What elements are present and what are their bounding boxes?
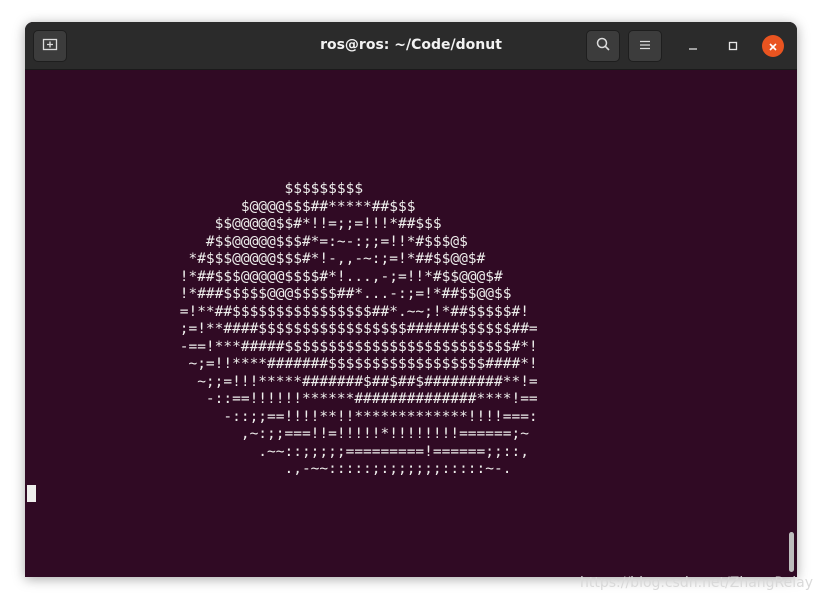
menu-button[interactable] (628, 30, 662, 62)
ascii-line: ,~:;;===!!=!!!!!*!!!!!!!!======;~ (171, 426, 529, 442)
ascii-line: *#$$$@@@@@$$$#*!-,,-~:;=!*##$$@@$# (171, 251, 486, 267)
ascii-line: -==!***#####$$$$$$$$$$$$$$$$$$$$$$$$$$#*… (171, 338, 538, 355)
hamburger-menu-icon (638, 37, 652, 56)
new-tab-button[interactable] (33, 30, 67, 62)
scrollbar[interactable] (789, 532, 794, 572)
ascii-line: $$@@@@@$$#*!!=;;=!!!*##$$$ (171, 216, 442, 232)
text-cursor (27, 485, 36, 502)
ascii-line: ~;;=!!!*****#######$##$##$#########**!= (171, 373, 538, 390)
maximize-icon (727, 37, 739, 56)
ascii-line: .~~::;;;;;=========!======;;::, (171, 443, 529, 460)
ascii-line: ~;=!!****#######$$$$$$$$$$$$$$$$$$####*! (171, 356, 538, 372)
minimize-icon (687, 37, 699, 56)
ascii-line: -::==!!!!!!******##############****!== (171, 391, 538, 407)
minimize-button[interactable] (682, 35, 704, 57)
close-icon (768, 37, 778, 56)
ascii-line: ;=!**####$$$$$$$$$$$$$$$$$######$$$$$$##… (171, 321, 538, 337)
maximize-button[interactable] (722, 35, 744, 57)
new-tab-icon (42, 36, 58, 56)
ascii-line: !*##$$$@@@@@$$$$#*!...,-;=!!*#$$@@@$# (171, 268, 503, 285)
ascii-line: #$$@@@@@$$$#*=:~-:;;=!!*#$$$@$ (171, 233, 468, 250)
ascii-line: !*###$$$$$@@@$$$$$##*...-:;=!*##$$@@$$ (171, 286, 512, 302)
search-button[interactable] (586, 30, 620, 62)
close-button[interactable] (762, 35, 784, 57)
ascii-line: -::;;==!!!!**!!*************!!!!===: (171, 408, 538, 425)
donut-ascii-art: $$$$$$$$$ $@@@@$$$##*****##$$$ $$@@@@@$$… (171, 181, 538, 479)
ascii-line: $@@@@$$$##*****##$$$ (171, 198, 416, 215)
terminal-output[interactable]: $$$$$$$$$ $@@@@$$$##*****##$$$ $$@@@@@$$… (25, 70, 797, 577)
ascii-line: .,-~~:::::;:;;;;;;:::::~-. (171, 461, 512, 477)
search-icon (595, 36, 611, 56)
ascii-line: =!**##$$$$$$$$$$$$$$$$##*.~~;!*##$$$$$#! (171, 303, 529, 320)
watermark: https://blog.csdn.net/ZhangRelay (580, 575, 814, 591)
terminal-window: ros@ros: ~/Code/donut $$$$$$$$$ $@@@@$$$… (25, 22, 797, 577)
ascii-line: $$$$$$$$$ (171, 181, 364, 197)
titlebar: ros@ros: ~/Code/donut (25, 22, 797, 70)
